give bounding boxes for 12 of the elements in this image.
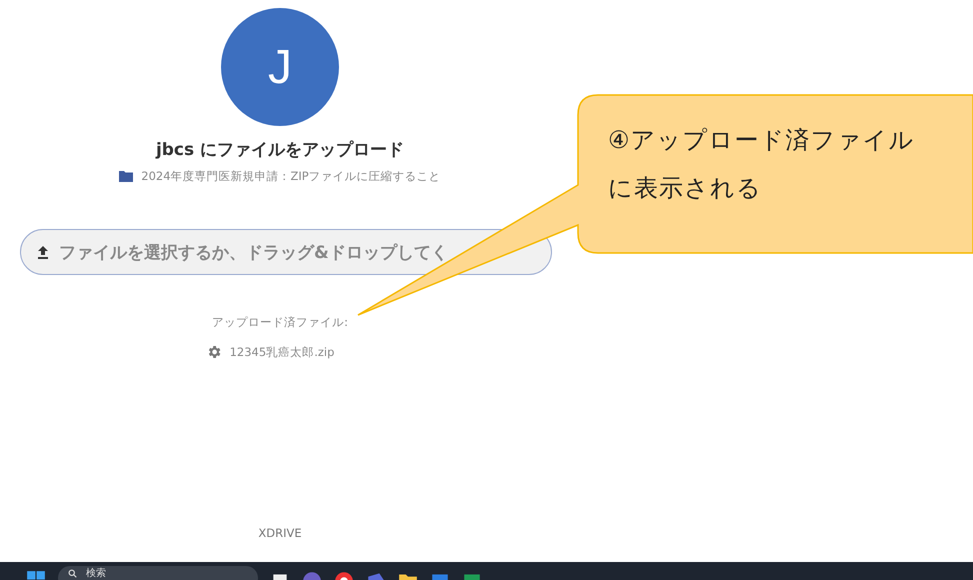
folder-icon (119, 171, 134, 182)
avatar: J (221, 8, 339, 126)
search-icon (68, 569, 77, 578)
uploaded-files-label: アップロード済ファイル: (212, 315, 348, 330)
file-name[interactable]: 12345乳癌太郎.zip (230, 344, 334, 360)
page-title: jbcs にファイルをアップロード (156, 139, 404, 161)
upload-button[interactable]: ファイルを選択するか、ドラッグ&ドロップしてく (20, 229, 552, 275)
folder-name: 2024年度専門医新規申請：ZIPファイルに圧縮すること (141, 169, 441, 184)
search-field[interactable]: 検索 (58, 566, 258, 580)
callout-text: ④アップロード済ファイル に表示される (608, 125, 915, 204)
upload-icon (37, 245, 49, 259)
footer-brand: XDRIVE (258, 526, 302, 540)
